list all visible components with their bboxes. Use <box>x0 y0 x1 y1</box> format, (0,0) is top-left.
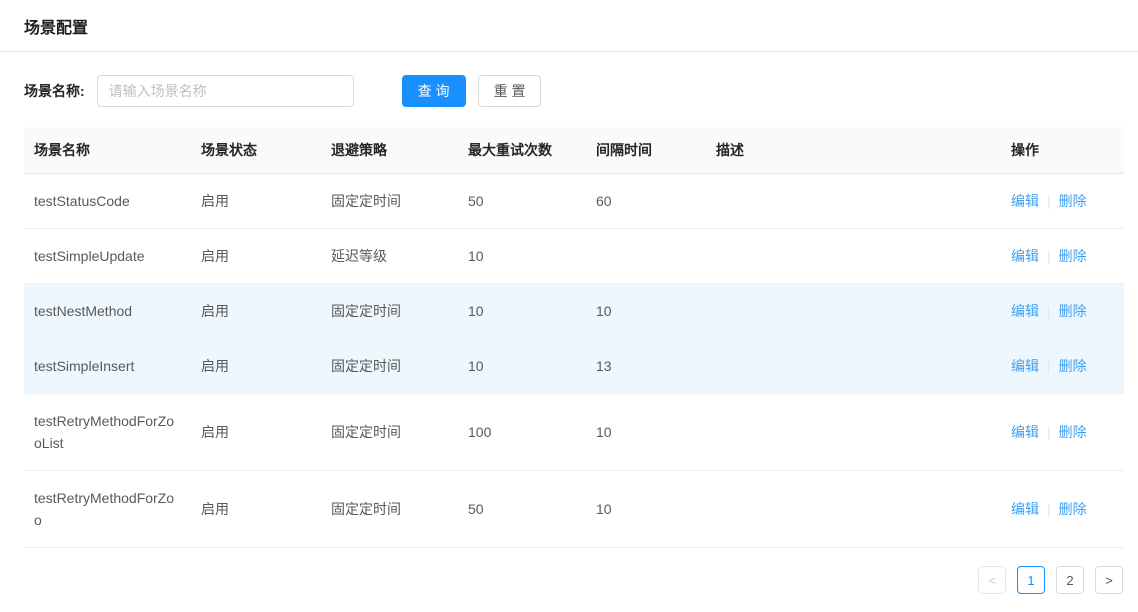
pagination-prev-icon[interactable]: < <box>978 566 1006 594</box>
cell-interval: 13 <box>586 339 706 394</box>
cell-max-retry: 50 <box>458 174 586 229</box>
action-divider: | <box>1047 424 1051 440</box>
cell-scene-status: 启用 <box>191 229 321 284</box>
cell-scene-status: 启用 <box>191 174 321 229</box>
pagination-next-icon[interactable]: > <box>1095 566 1123 594</box>
cell-description <box>706 174 1001 229</box>
cell-backoff-strategy: 固定定时间 <box>321 394 458 471</box>
cell-backoff-strategy: 固定定时间 <box>321 471 458 548</box>
action-divider: | <box>1047 501 1051 517</box>
edit-link[interactable]: 编辑 <box>1011 303 1039 319</box>
scene-name-label: 场景名称: <box>24 81 85 101</box>
delete-link[interactable]: 删除 <box>1059 358 1087 374</box>
cell-scene-name: testRetryMethodForZoo <box>24 471 191 548</box>
cell-scene-status: 启用 <box>191 394 321 471</box>
cell-backoff-strategy: 固定定时间 <box>321 339 458 394</box>
action-divider: | <box>1047 358 1051 374</box>
cell-scene-status: 启用 <box>191 339 321 394</box>
cell-description <box>706 339 1001 394</box>
cell-scene-name: testSimpleUpdate <box>24 229 191 284</box>
edit-link[interactable]: 编辑 <box>1011 424 1039 440</box>
cell-scene-name: testStatusCode <box>24 174 191 229</box>
delete-link[interactable]: 删除 <box>1059 193 1087 209</box>
edit-link[interactable]: 编辑 <box>1011 501 1039 517</box>
filter-bar: 场景名称: 查 询 重 置 <box>0 52 1138 127</box>
column-header-actions: 操作 <box>1001 127 1124 174</box>
delete-link[interactable]: 删除 <box>1059 501 1087 517</box>
cell-description <box>706 471 1001 548</box>
delete-link[interactable]: 删除 <box>1059 248 1087 264</box>
cell-scene-status: 启用 <box>191 284 321 339</box>
column-header-backoff-strategy: 退避策略 <box>321 127 458 174</box>
column-header-scene-name: 场景名称 <box>24 127 191 174</box>
cell-description <box>706 284 1001 339</box>
cell-backoff-strategy: 固定定时间 <box>321 284 458 339</box>
pagination-page-1[interactable]: 1 <box>1017 566 1045 594</box>
pagination: < 1 2 > <box>0 566 1123 594</box>
cell-scene-status: 启用 <box>191 471 321 548</box>
scene-table: 场景名称 场景状态 退避策略 最大重试次数 间隔时间 描述 操作 testSta… <box>24 127 1124 548</box>
edit-link[interactable]: 编辑 <box>1011 248 1039 264</box>
search-button[interactable]: 查 询 <box>402 75 466 107</box>
cell-scene-name: testNestMethod <box>24 284 191 339</box>
table-header-row: 场景名称 场景状态 退避策略 最大重试次数 间隔时间 描述 操作 <box>24 127 1124 174</box>
scene-name-input[interactable] <box>97 75 354 107</box>
cell-scene-name: testRetryMethodForZooList <box>24 394 191 471</box>
action-divider: | <box>1047 248 1051 264</box>
column-header-interval: 间隔时间 <box>586 127 706 174</box>
reset-button[interactable]: 重 置 <box>478 75 542 107</box>
cell-backoff-strategy: 延迟等级 <box>321 229 458 284</box>
edit-link[interactable]: 编辑 <box>1011 193 1039 209</box>
table-row: testNestMethod 启用 固定定时间 10 10 编辑 | 删除 <box>24 284 1124 339</box>
page-title: 场景配置 <box>24 14 88 38</box>
cell-max-retry: 50 <box>458 471 586 548</box>
cell-description <box>706 394 1001 471</box>
action-divider: | <box>1047 193 1051 209</box>
cell-interval: 60 <box>586 174 706 229</box>
table-row: testSimpleInsert 启用 固定定时间 10 13 编辑 | 删除 <box>24 339 1124 394</box>
pagination-page-2[interactable]: 2 <box>1056 566 1084 594</box>
column-header-scene-status: 场景状态 <box>191 127 321 174</box>
cell-backoff-strategy: 固定定时间 <box>321 174 458 229</box>
table-row: testRetryMethodForZoo 启用 固定定时间 50 10 编辑 |… <box>24 471 1124 548</box>
cell-interval: 10 <box>586 471 706 548</box>
cell-description <box>706 229 1001 284</box>
cell-max-retry: 100 <box>458 394 586 471</box>
edit-link[interactable]: 编辑 <box>1011 358 1039 374</box>
table-row: testRetryMethodForZooList 启用 固定定时间 100 1… <box>24 394 1124 471</box>
page-header: 场景配置 <box>0 0 1138 52</box>
table-row: testStatusCode 启用 固定定时间 50 60 编辑 | 删除 <box>24 174 1124 229</box>
column-header-description: 描述 <box>706 127 1001 174</box>
delete-link[interactable]: 删除 <box>1059 303 1087 319</box>
cell-scene-name: testSimpleInsert <box>24 339 191 394</box>
cell-interval: 10 <box>586 284 706 339</box>
cell-max-retry: 10 <box>458 339 586 394</box>
cell-max-retry: 10 <box>458 229 586 284</box>
delete-link[interactable]: 删除 <box>1059 424 1087 440</box>
cell-max-retry: 10 <box>458 284 586 339</box>
column-header-max-retry: 最大重试次数 <box>458 127 586 174</box>
cell-interval: 10 <box>586 394 706 471</box>
cell-interval <box>586 229 706 284</box>
table-row: testSimpleUpdate 启用 延迟等级 10 编辑 | 删除 <box>24 229 1124 284</box>
action-divider: | <box>1047 303 1051 319</box>
